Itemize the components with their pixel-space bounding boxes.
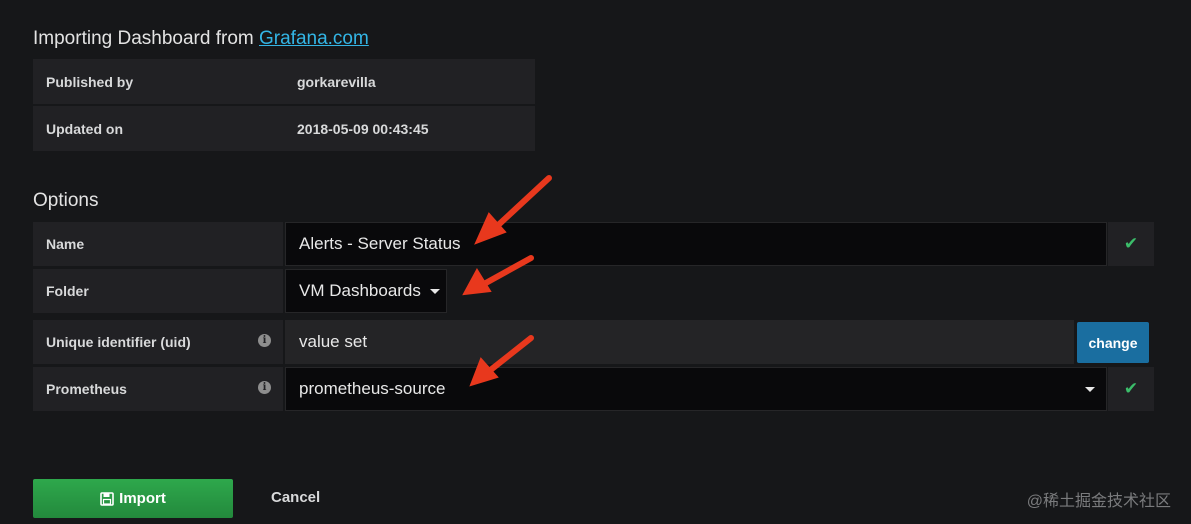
annotation-arrow-folder — [462, 255, 534, 296]
annotation-arrow-prometheus — [469, 335, 534, 387]
annotation-arrows — [462, 175, 552, 387]
annotation-arrow-name — [474, 175, 552, 245]
